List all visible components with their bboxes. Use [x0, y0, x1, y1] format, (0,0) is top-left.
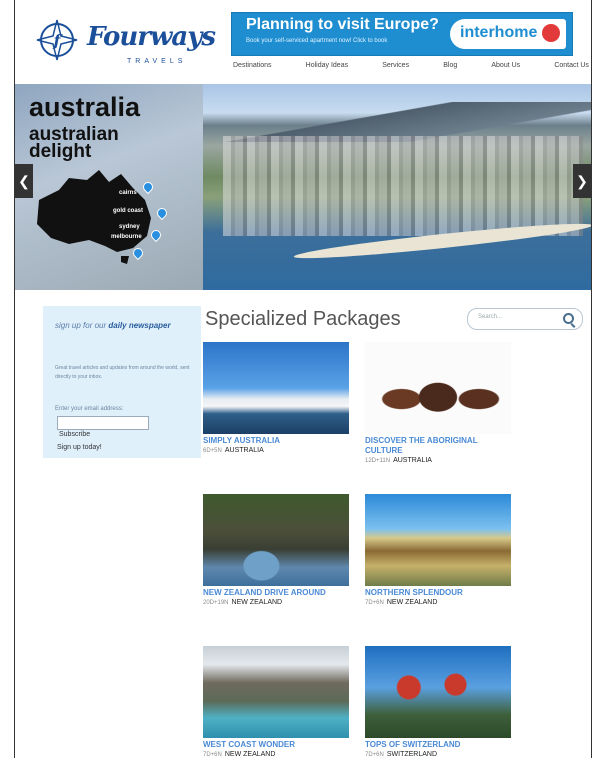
- package-duration: 7D+6N: [365, 752, 384, 758]
- package-country: NEW ZEALAND: [386, 599, 438, 606]
- hero-city: [223, 136, 583, 236]
- package-card[interactable]: NORTHERN SPLENDOUR 7D+6N NEW ZEALAND: [365, 494, 511, 608]
- package-image-cable-cars[interactable]: [365, 646, 511, 738]
- hero-photo-cairns: [203, 84, 591, 290]
- newsletter-title-prefix: sign up for our: [55, 321, 107, 330]
- email-label: Enter your email address:: [55, 406, 124, 412]
- hero-slider: australia australian delight cairns gold…: [15, 84, 591, 290]
- search-icon[interactable]: [563, 313, 574, 324]
- search-input[interactable]: Search...: [467, 308, 583, 330]
- package-duration: 20D+19N: [203, 600, 229, 606]
- hero-title: australia: [29, 92, 141, 122]
- newsletter-title-highlight: daily newspaper: [108, 321, 171, 330]
- package-title[interactable]: SIMPLY AUSTRALIA: [203, 436, 349, 446]
- package-meta: 7D+6N NEW ZEALAND: [365, 598, 511, 608]
- map-label-cairns: cairns: [119, 190, 137, 196]
- package-title[interactable]: NORTHERN SPLENDOUR: [365, 588, 511, 598]
- package-image-glacier-lake[interactable]: [203, 646, 349, 738]
- brand-tagline: TRAVELS: [127, 58, 187, 65]
- logo-emblem-icon: f: [36, 19, 78, 61]
- package-title[interactable]: NEW ZEALAND DRIVE AROUND: [203, 588, 349, 598]
- ad-subline: Book your self-serviced apartment now! C…: [246, 38, 388, 44]
- package-duration: 7D+6N: [203, 752, 222, 758]
- subscribe-button[interactable]: Subscribe: [59, 431, 90, 438]
- package-duration: 7D+6N: [365, 600, 384, 606]
- package-meta: 6D+5N AUSTRALIA: [203, 446, 349, 456]
- nav-contact-us[interactable]: Contact Us: [554, 62, 589, 76]
- map-label-melbourne: melbourne: [111, 234, 142, 240]
- package-title[interactable]: DISCOVER THE ABORIGINAL CULTURE: [365, 436, 511, 456]
- package-country: AUSTRALIA: [224, 447, 264, 454]
- package-image-geothermal-field[interactable]: [365, 494, 511, 586]
- package-country: SWITZERLAND: [386, 751, 438, 758]
- ad-banner[interactable]: Planning to visit Europe? Book your self…: [231, 12, 573, 56]
- newsletter-title: sign up for our daily newspaper: [55, 320, 195, 332]
- email-input[interactable]: [57, 416, 149, 430]
- newsletter-box: sign up for our daily newspaper Great tr…: [43, 306, 201, 458]
- page-frame: f Fourways TRAVELS Planning to visit Eur…: [14, 0, 592, 758]
- ad-headline: Planning to visit Europe?: [246, 16, 439, 33]
- newsletter-description: Great travel articles and updates from a…: [55, 365, 190, 380]
- nav-destinations[interactable]: Destinations: [233, 62, 272, 76]
- package-country: NEW ZEALAND: [224, 751, 276, 758]
- package-title[interactable]: WEST COAST WONDER: [203, 740, 349, 750]
- nav-holiday-ideas[interactable]: Holiday Ideas: [306, 62, 348, 76]
- nav-about-us[interactable]: About Us: [491, 62, 520, 76]
- svg-text:f: f: [53, 31, 64, 50]
- package-duration: 12D+11N: [365, 458, 391, 464]
- packages-heading: Specialized Packages: [205, 308, 401, 330]
- nav-services[interactable]: Services: [382, 62, 409, 76]
- slider-next-button[interactable]: ❯: [573, 164, 591, 198]
- package-country: AUSTRALIA: [393, 457, 432, 464]
- map-label-gold-coast: gold coast: [113, 208, 144, 214]
- package-card[interactable]: WEST COAST WONDER 7D+6N NEW ZEALAND: [203, 646, 349, 758]
- package-card[interactable]: NEW ZEALAND DRIVE AROUND 20D+19N NEW ZEAL…: [203, 494, 349, 608]
- package-country: NEW ZEALAND: [231, 599, 283, 606]
- package-image-aboriginal-dancers[interactable]: [365, 342, 511, 434]
- package-meta: 12D+11N AUSTRALIA: [365, 456, 511, 466]
- package-meta: 7D+6N SWITZERLAND: [365, 750, 511, 758]
- main-nav: Destinations Holiday Ideas Services Blog…: [233, 62, 589, 76]
- package-duration: 6D+5N: [203, 448, 222, 454]
- ad-brand-name: interhome: [460, 24, 538, 41]
- hero-subtitle: australian delight: [29, 124, 119, 162]
- map-label-sydney: sydney: [119, 224, 140, 230]
- package-card[interactable]: SIMPLY AUSTRALIA 6D+5N AUSTRALIA: [203, 342, 349, 456]
- ad-brand-badge: interhome: [450, 19, 566, 49]
- interhome-logo-icon: [542, 24, 560, 42]
- package-meta: 20D+19N NEW ZEALAND: [203, 598, 349, 608]
- package-card[interactable]: TOPS OF SWITZERLAND 7D+6N SWITZERLAND: [365, 646, 511, 758]
- signup-today-link[interactable]: Sign up today!: [57, 444, 102, 451]
- package-meta: 7D+6N NEW ZEALAND: [203, 750, 349, 758]
- search-placeholder: Search...: [478, 314, 503, 320]
- package-title[interactable]: TOPS OF SWITZERLAND: [365, 740, 511, 750]
- brand-name: Fourways: [87, 22, 216, 52]
- package-image-sydney-opera-house[interactable]: [203, 342, 349, 434]
- package-image-nz-arch[interactable]: [203, 494, 349, 586]
- slider-prev-button[interactable]: ❮: [15, 164, 33, 198]
- package-card[interactable]: DISCOVER THE ABORIGINAL CULTURE 12D+11N A…: [365, 342, 511, 466]
- brand-logo[interactable]: f Fourways TRAVELS: [35, 14, 216, 74]
- nav-blog[interactable]: Blog: [443, 62, 457, 76]
